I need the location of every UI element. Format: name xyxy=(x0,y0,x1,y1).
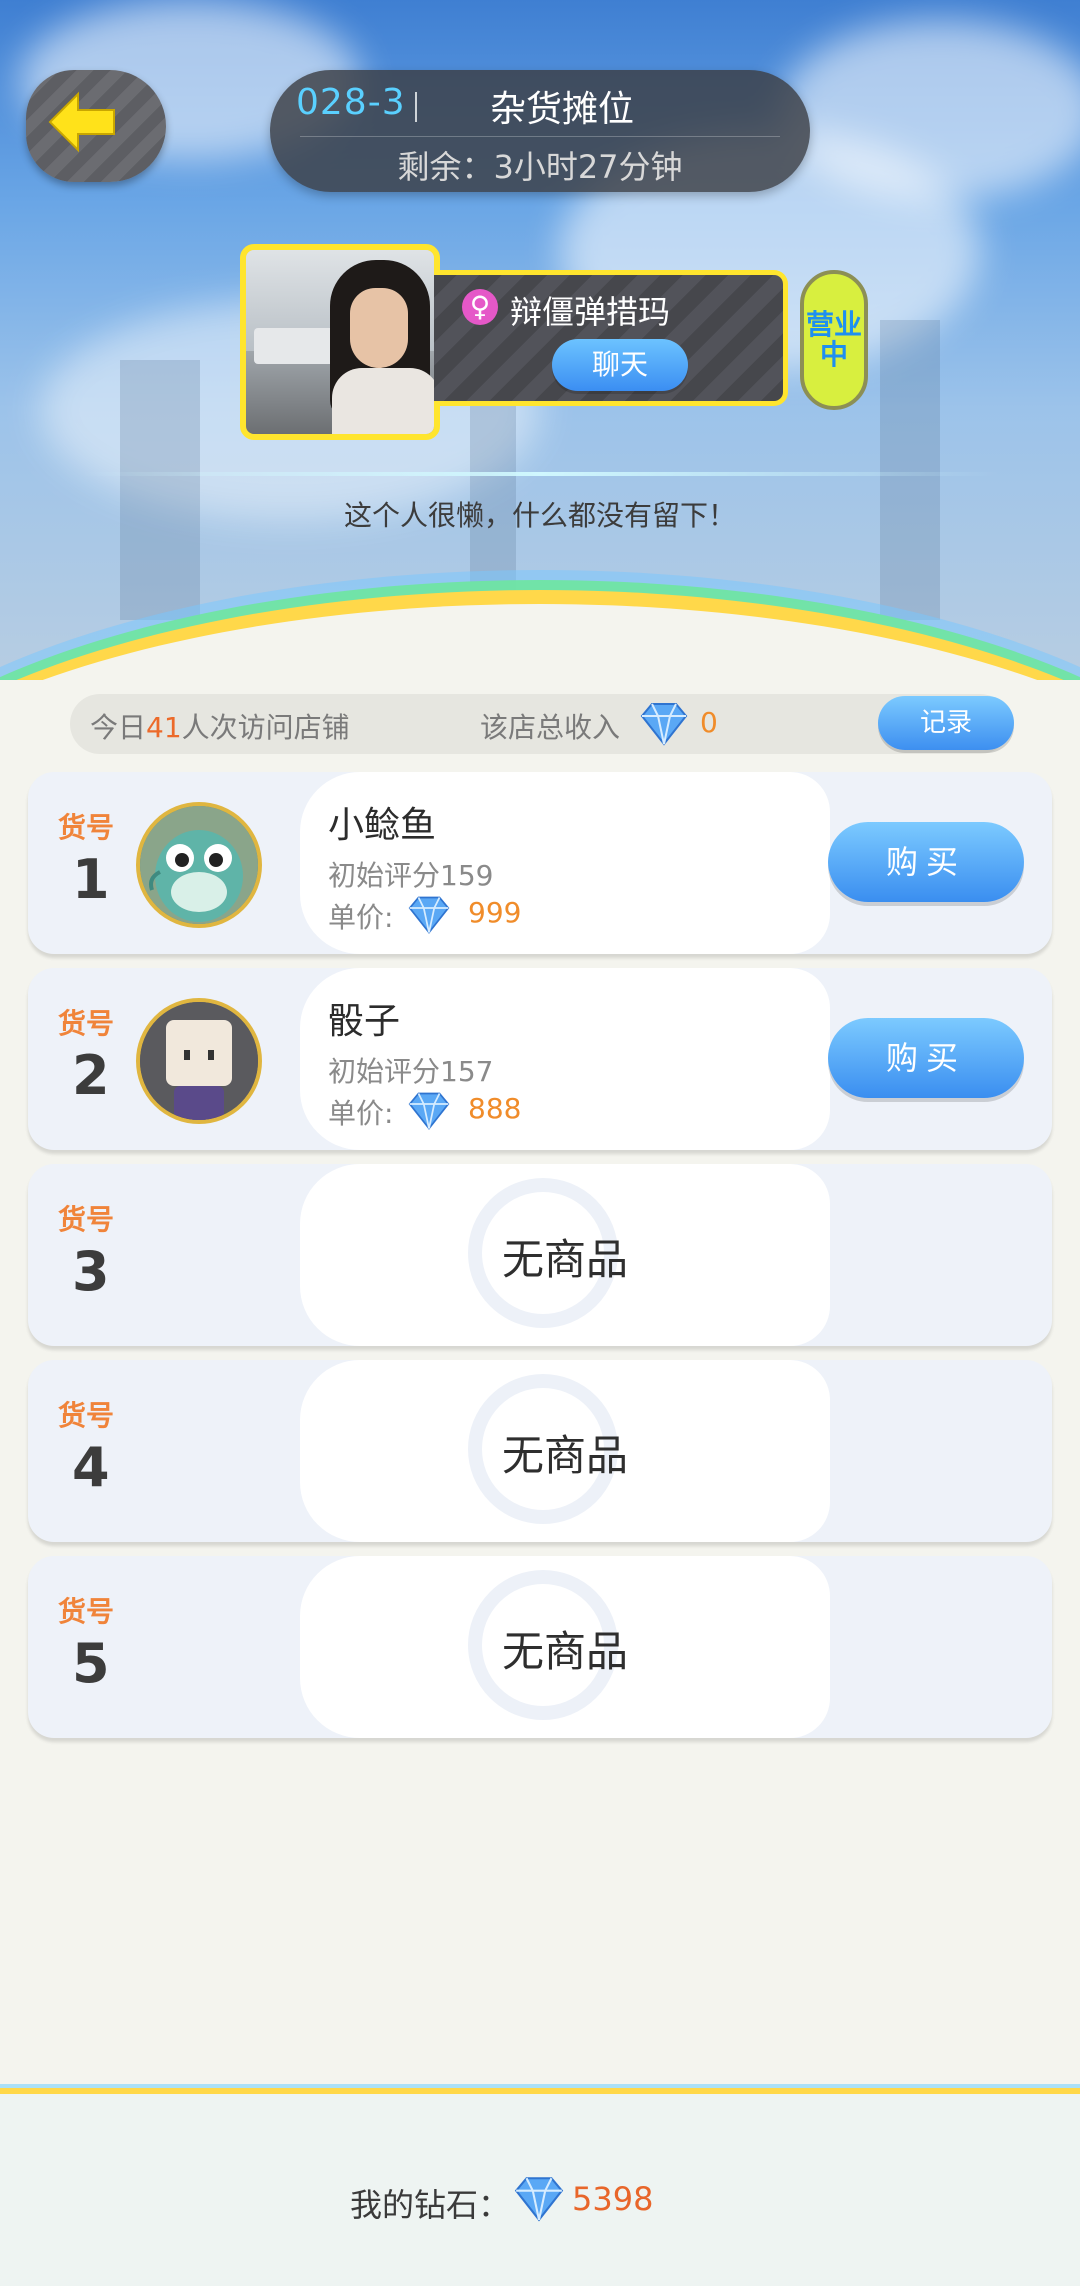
stall-id: 028-3 xyxy=(296,82,406,123)
owner-info-card: ♀ 辩僵弹措玛 聊天 xyxy=(434,270,788,406)
back-button[interactable] xyxy=(26,70,166,182)
pet-dice-avatar[interactable] xyxy=(136,998,262,1124)
my-diamonds-value: 5398 xyxy=(572,2180,654,2218)
buy-button[interactable]: 购买 xyxy=(828,822,1024,902)
slot-label: 货号 xyxy=(58,1595,115,1628)
title-separator xyxy=(415,92,417,122)
price-label: 单价: xyxy=(328,901,394,934)
item-price: 999 xyxy=(468,896,522,929)
empty-slot-text: 无商品 xyxy=(501,1235,628,1284)
owner-name: 辩僵弹措玛 xyxy=(510,293,671,331)
header-divider-line xyxy=(80,472,1000,476)
goods-slot-3: 货号 3 无商品 xyxy=(28,1164,1052,1346)
item-score: 初始评分159 xyxy=(328,859,494,892)
diamond-icon xyxy=(514,2177,564,2222)
item-price: 888 xyxy=(468,1092,522,1125)
slot-label: 货号 xyxy=(58,1203,115,1236)
empty-slot-text: 无商品 xyxy=(501,1627,628,1676)
remaining-time: 剩余：3小时27分钟 xyxy=(397,148,683,186)
slot-number: 1 xyxy=(72,848,110,911)
slot-number: 2 xyxy=(72,1044,110,1107)
slot-label: 货号 xyxy=(58,1007,115,1040)
owner-avatar[interactable] xyxy=(240,244,440,440)
record-button[interactable]: 记录 xyxy=(878,696,1014,750)
slot-number: 4 xyxy=(72,1436,110,1499)
back-arrow-icon xyxy=(48,91,115,153)
business-status-badge: 营业中 xyxy=(800,270,868,410)
shop-stats-bar: 今日41人次访问店铺 该店总收入 0 记录 xyxy=(70,694,1014,754)
goods-slot-4: 货号 4 无商品 xyxy=(28,1360,1052,1542)
visits-count: 41 xyxy=(146,711,182,744)
slot-number: 5 xyxy=(72,1632,110,1695)
diamond-icon xyxy=(408,896,450,934)
title-divider xyxy=(300,136,780,137)
owner-signature: 这个人很懒，什么都没有留下！ xyxy=(343,499,736,532)
pet-catfish-avatar[interactable] xyxy=(136,802,262,928)
my-diamonds-label: 我的钻石： xyxy=(350,2186,511,2224)
chat-button[interactable]: 聊天 xyxy=(552,339,688,391)
goods-slot-5: 货号 5 无商品 xyxy=(28,1556,1052,1738)
goods-slot-1: 货号 1 小鲶鱼 初始评分159 单价: 999 购买 xyxy=(28,772,1052,954)
income-value: 0 xyxy=(700,706,718,739)
female-icon: ♀ xyxy=(462,289,498,325)
diamond-icon xyxy=(408,1092,450,1130)
slot-label: 货号 xyxy=(58,811,115,844)
goods-slot-2: 货号 2 骰子 初始评分157 单价: 888 购买 xyxy=(28,968,1052,1150)
stall-title-panel: 028-3 杂货摊位 剩余：3小时27分钟 xyxy=(270,70,810,192)
slot-number: 3 xyxy=(72,1240,110,1303)
item-name: 小鲶鱼 xyxy=(328,805,437,846)
footer-bar: 我的钻石： 5398 xyxy=(0,2088,1080,2286)
item-name: 骰子 xyxy=(328,1001,401,1042)
income-label: 该店总收入 xyxy=(480,711,621,744)
item-score: 初始评分157 xyxy=(328,1055,494,1088)
slot-label: 货号 xyxy=(58,1399,115,1432)
stall-name: 杂货摊位 xyxy=(490,89,635,130)
visits-stat: 今日41人次访问店铺 xyxy=(90,711,350,744)
buy-button[interactable]: 购买 xyxy=(828,1018,1024,1098)
diamond-icon xyxy=(640,703,688,746)
empty-slot-text: 无商品 xyxy=(501,1431,628,1480)
price-label: 单价: xyxy=(328,1097,394,1130)
